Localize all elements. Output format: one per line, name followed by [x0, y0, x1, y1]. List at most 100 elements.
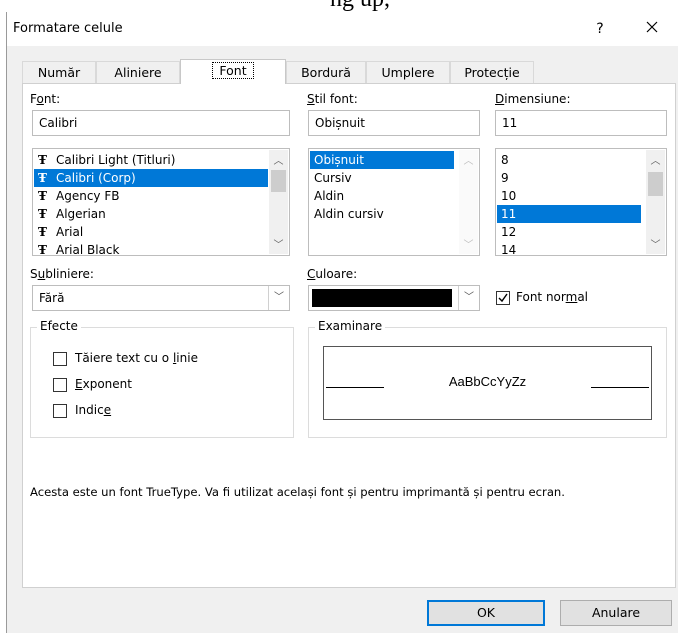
size-list-item[interactable]: 8 — [497, 151, 641, 169]
truetype-icon: Ŧ — [38, 153, 47, 167]
scroll-down-icon[interactable]: ﹀ — [646, 236, 665, 251]
item-label: Arial Black — [56, 243, 120, 256]
preview-group: Examinare AaBbCcYyZz — [308, 319, 667, 438]
ok-button[interactable]: OK — [427, 600, 545, 626]
superscript-label: Exponent — [75, 377, 132, 391]
tab-protectie[interactable]: Protecție — [450, 61, 534, 83]
label-accel: m — [565, 290, 578, 304]
scroll-up-icon[interactable]: ︿ — [646, 152, 665, 167]
color-picker[interactable]: ﹀ — [308, 285, 480, 311]
normal-font-checkbox[interactable] — [496, 291, 510, 305]
style-list-item[interactable]: Aldin — [310, 187, 454, 205]
underline-value: Fără — [39, 291, 65, 305]
tab-umplere[interactable]: Umplere — [366, 61, 450, 83]
font-size-list[interactable]: 8 9 10 11 12 14 ︿ ﹀ — [495, 148, 667, 256]
dialog-title: Formatare celule — [13, 21, 123, 36]
label-accel: D — [495, 92, 505, 106]
scroll-down-icon[interactable]: ﹀ — [269, 236, 288, 251]
size-list-item[interactable]: 14 — [497, 241, 641, 255]
item-label: Arial — [56, 225, 84, 239]
subscript-label: Indice — [75, 403, 111, 417]
label-accel: S — [307, 92, 315, 106]
superscript-checkbox[interactable] — [53, 378, 67, 392]
strikethrough-checkbox[interactable] — [53, 352, 67, 366]
font-list-item-selected[interactable]: Ŧ Calibri (Corp) — [34, 169, 268, 187]
normal-font-label: Font normal — [516, 290, 588, 304]
scroll-up-icon[interactable]: ︿ — [269, 152, 288, 167]
underline-label: Subliniere: — [30, 267, 94, 281]
label-part: imensiune: — [504, 92, 571, 106]
font-list-item[interactable]: Ŧ Agency FB — [34, 187, 268, 205]
chevron-down-icon[interactable]: ﹀ — [458, 286, 479, 310]
underline-select[interactable]: Fără ﹀ — [32, 285, 290, 311]
font-list-item[interactable]: Ŧ Algerian — [34, 205, 268, 223]
font-tab-panel: Font: Calibri Ŧ Calibri Light (Titluri) Ŧ… — [22, 83, 676, 588]
size-list-scrollbar[interactable]: ︿ ﹀ — [646, 150, 665, 254]
font-size-input[interactable]: 11 — [495, 110, 667, 136]
label-accel: e — [103, 403, 112, 417]
truetype-icon: Ŧ — [38, 207, 47, 221]
item-label: Agency FB — [56, 189, 120, 203]
tab-label: Număr — [37, 65, 81, 80]
size-list-item[interactable]: 9 — [497, 169, 641, 187]
font-style-input[interactable]: Obișnuit — [308, 110, 480, 136]
font-list-item[interactable]: Ŧ Calibri Light (Titluri) — [34, 151, 268, 169]
size-list-item[interactable]: 10 — [497, 187, 641, 205]
font-name-input[interactable]: Calibri — [32, 110, 290, 136]
font-list-item[interactable]: Ŧ Arial — [34, 223, 268, 241]
subscript-checkbox[interactable] — [53, 404, 67, 418]
style-label: Stil font: — [307, 92, 358, 106]
title-bar: Formatare celule ? — [7, 12, 678, 46]
font-list-scrollbar[interactable]: ︿ ﹀ — [269, 150, 288, 254]
tab-aliniere[interactable]: Aliniere — [96, 61, 180, 83]
font-style-list[interactable]: Obișnuit Cursiv Aldin Aldin cursiv ︿ ﹀ — [308, 148, 480, 256]
item-label: Algerian — [56, 207, 106, 221]
label-accel: o — [36, 92, 44, 106]
chevron-down-icon[interactable]: ﹀ — [268, 286, 289, 310]
scroll-thumb[interactable] — [271, 170, 286, 192]
tab-label: Font — [212, 62, 254, 79]
tab-label: Aliniere — [114, 65, 162, 80]
item-label: Calibri (Corp) — [56, 171, 136, 185]
truetype-icon: Ŧ — [38, 189, 47, 203]
label-part: til font: — [314, 92, 358, 106]
size-list-item-selected[interactable]: 11 — [497, 205, 641, 223]
checkmark-icon — [498, 293, 508, 303]
scroll-up-icon[interactable]: ︿ — [459, 152, 478, 167]
cancel-button[interactable]: Anulare — [560, 600, 672, 626]
tab-bordura[interactable]: Bordură — [286, 61, 366, 83]
effects-group: Efecte Tăiere text cu o linie Exponent I… — [30, 319, 294, 438]
label-part: inie — [176, 351, 198, 365]
help-button[interactable]: ? — [585, 18, 615, 40]
label-part: Tăiere text cu o — [75, 351, 173, 365]
label-part: nt: — [43, 92, 61, 106]
close-button[interactable] — [637, 18, 667, 40]
strikethrough-label: Tăiere text cu o linie — [75, 351, 198, 365]
label-part: xponent — [82, 377, 132, 391]
style-list-item[interactable]: Aldin cursiv — [310, 205, 454, 223]
truetype-icon: Ŧ — [38, 171, 47, 185]
font-list-item[interactable]: Ŧ Arial Black — [34, 241, 268, 256]
size-list-item[interactable]: 12 — [497, 223, 641, 241]
truetype-icon: Ŧ — [38, 225, 47, 239]
color-swatch — [312, 289, 452, 307]
effects-title: Efecte — [37, 319, 81, 333]
scroll-thumb[interactable] — [648, 172, 663, 196]
truetype-icon: Ŧ — [38, 243, 47, 256]
preview-box: AaBbCcYyZz — [323, 346, 652, 420]
truetype-info-text: Acesta este un font TrueType. Va fi util… — [30, 485, 565, 499]
color-label: Culoare: — [307, 267, 357, 281]
format-cells-dialog: Formatare celule ? Număr Aliniere Font B… — [6, 12, 678, 633]
label-part: Font nor — [516, 290, 566, 304]
style-list-scrollbar[interactable]: ︿ ﹀ — [459, 150, 478, 254]
tab-font[interactable]: Font — [180, 59, 286, 84]
font-list[interactable]: Ŧ Calibri Light (Titluri) Ŧ Calibri (Corp)… — [32, 148, 290, 256]
tab-label: Protecție — [464, 65, 520, 80]
baseline-right — [591, 387, 649, 388]
tab-numar[interactable]: Număr — [22, 61, 96, 83]
style-list-item[interactable]: Cursiv — [310, 169, 454, 187]
tab-label: Umplere — [381, 65, 435, 80]
style-list-item-selected[interactable]: Obișnuit — [310, 151, 454, 169]
label-accel: E — [75, 377, 83, 391]
scroll-down-icon[interactable]: ﹀ — [459, 236, 478, 251]
